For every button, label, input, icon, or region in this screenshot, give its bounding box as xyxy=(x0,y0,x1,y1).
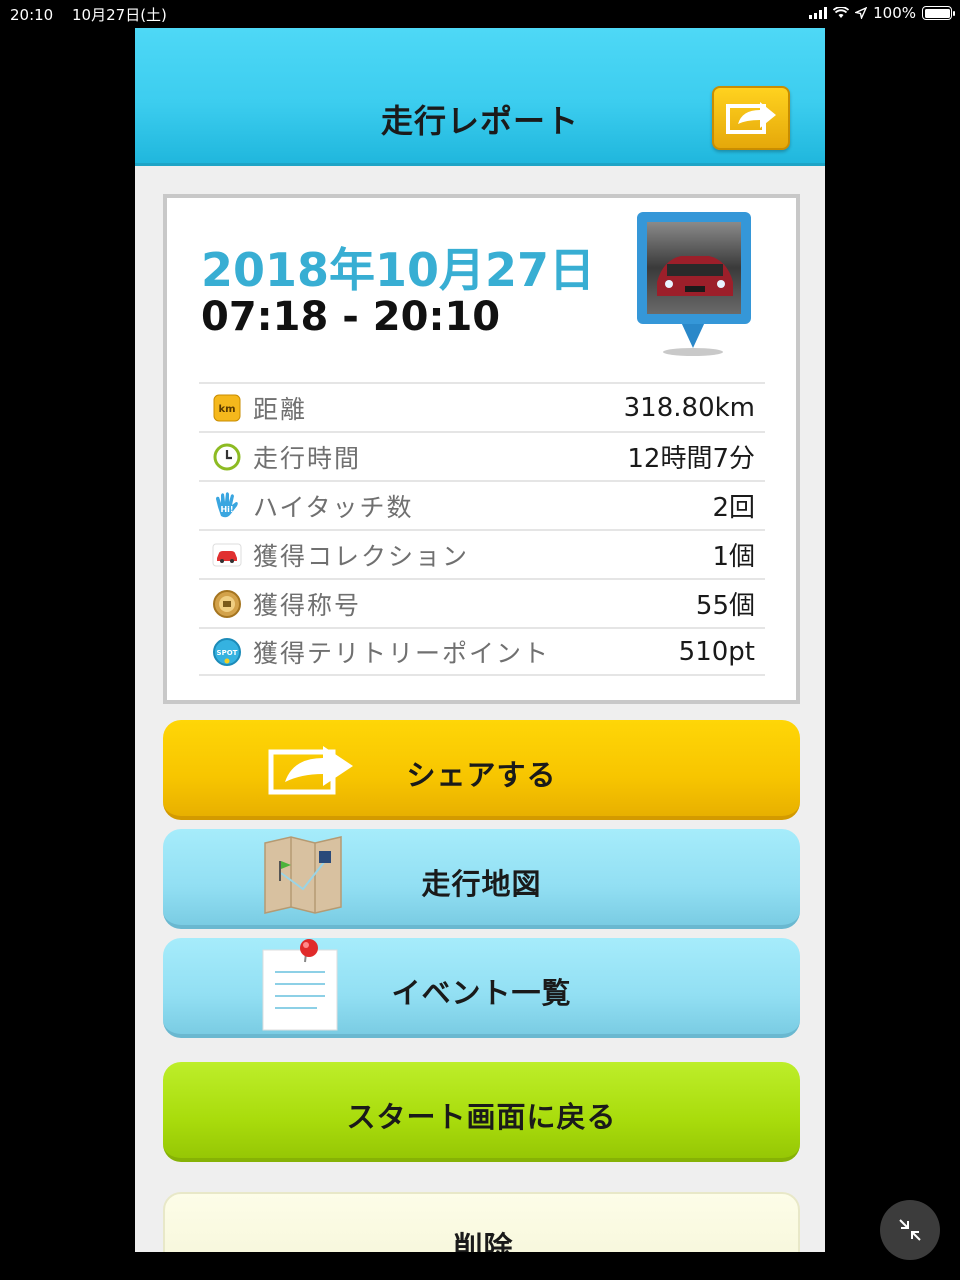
status-time: 20:10 xyxy=(10,6,54,24)
delete-button[interactable]: 削除 xyxy=(163,1192,800,1252)
minimize-floating-button[interactable] xyxy=(880,1200,940,1260)
share-icon xyxy=(726,102,776,134)
svg-text:km: km xyxy=(218,404,235,415)
stat-row-drive-time: 走行時間 12時間7分 xyxy=(199,431,765,480)
report-date: 2018年10月27日 xyxy=(201,243,596,297)
report-time-range: 07:18 - 20:10 xyxy=(201,294,501,340)
cellular-signal-icon xyxy=(809,7,828,19)
battery-icon xyxy=(922,6,955,20)
km-icon: km xyxy=(211,392,243,424)
stat-value: 1個 xyxy=(712,542,755,572)
stat-value: 318.80km xyxy=(623,392,755,423)
app-window: 走行レポート 2018年10月27日 07:18 - 20:10 km 距離 3… xyxy=(135,28,825,1252)
collapse-arrows-icon xyxy=(899,1219,921,1241)
title-medal-icon xyxy=(211,588,243,620)
stat-row-distance: km 距離 318.80km xyxy=(199,382,765,431)
header-bar: 走行レポート xyxy=(135,28,825,166)
stat-row-hi-touch: Hi! ハイタッチ数 2回 xyxy=(199,480,765,529)
stat-row-titles: 獲得称号 55個 xyxy=(199,578,765,627)
share-button[interactable]: シェアする xyxy=(163,720,800,820)
stat-label: 獲得称号 xyxy=(253,590,362,620)
stat-label: 獲得コレクション xyxy=(253,541,470,571)
drive-map-button[interactable]: 走行地図 xyxy=(163,829,800,929)
clock-icon xyxy=(211,441,243,473)
hi-touch-icon: Hi! xyxy=(211,490,243,522)
stat-value: 55個 xyxy=(695,591,755,621)
event-list-button-label: イベント一覧 xyxy=(391,976,572,1010)
status-bar: 20:10 10月27日(土) 100% xyxy=(0,0,960,26)
stats-list: km 距離 318.80km 走行時間 12時間7分 Hi! ハイタッチ数 2回 xyxy=(199,382,765,676)
battery-percent: 100% xyxy=(873,4,916,22)
car-collection-icon xyxy=(211,539,243,571)
stat-row-territory-points: SPOT 獲得テリトリーポイント 510pt xyxy=(199,627,765,676)
stat-label: ハイタッチ数 xyxy=(253,492,414,522)
drive-map-button-label: 走行地図 xyxy=(421,867,542,901)
event-list-button[interactable]: イベント一覧 xyxy=(163,938,800,1038)
status-date: 10月27日(土) xyxy=(72,6,167,24)
share-button-label: シェアする xyxy=(406,758,557,792)
stat-label: 距離 xyxy=(253,394,308,424)
stat-value: 12時間7分 xyxy=(627,444,755,474)
report-card: 2018年10月27日 07:18 - 20:10 km 距離 318.80km… xyxy=(163,194,800,704)
stat-value: 510pt xyxy=(678,636,755,667)
header-share-button[interactable] xyxy=(712,86,790,150)
back-to-start-button[interactable]: スタート画面に戻る xyxy=(163,1062,800,1162)
delete-button-label: 削除 xyxy=(453,1230,514,1252)
stat-label: 獲得テリトリーポイント xyxy=(253,638,551,668)
stat-value: 2回 xyxy=(712,493,755,523)
svg-text:SPOT: SPOT xyxy=(217,649,238,657)
back-to-start-button-label: スタート画面に戻る xyxy=(346,1100,617,1134)
stat-row-collection: 獲得コレクション 1個 xyxy=(199,529,765,578)
car-photo-pin[interactable] xyxy=(637,212,755,362)
svg-text:Hi!: Hi! xyxy=(220,505,233,514)
wifi-icon xyxy=(833,7,850,18)
spot-icon: SPOT xyxy=(211,636,243,668)
location-arrow-icon xyxy=(855,7,868,19)
stat-label: 走行時間 xyxy=(253,443,362,473)
